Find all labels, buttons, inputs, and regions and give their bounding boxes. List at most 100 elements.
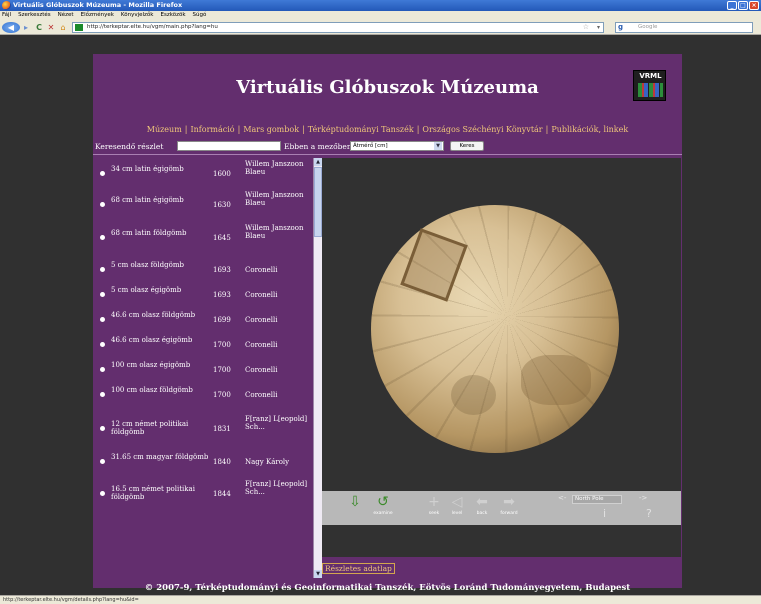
crosshair-icon: + (428, 494, 440, 510)
search-input[interactable] (177, 141, 281, 151)
back-view-button[interactable]: ⬅ back (470, 494, 494, 516)
globe-name[interactable]: 100 cm olasz égigömb (111, 361, 209, 369)
bullet-icon (100, 459, 105, 464)
previous-viewpoint-button[interactable]: <- (558, 494, 566, 502)
reload-button[interactable]: C (34, 22, 44, 33)
chevron-down-icon[interactable]: ▾ (597, 23, 600, 32)
search-field-selected: Átmérő [cm] (353, 143, 388, 149)
maximize-button[interactable]: □ (738, 1, 748, 10)
globe-author: Coronelli (245, 391, 278, 399)
header-divider (93, 154, 682, 155)
globe-author: F[ranz] L[eopold] Sch... (245, 415, 308, 431)
bullet-icon (100, 392, 105, 397)
close-window-button[interactable]: × (749, 1, 759, 10)
bullet-icon (100, 171, 105, 176)
globe-author: F[ranz] L[eopold] Sch... (245, 480, 308, 496)
navigation-toolbar: ◀ ▸ C ✕ ⌂ http://terkeptar.elte.hu/vgm/m… (0, 20, 761, 35)
walk-icon: ⇩ (349, 494, 361, 510)
search-engine-placeholder: Google (638, 24, 658, 30)
stop-button[interactable]: ✕ (46, 22, 56, 33)
museum-page: Virtuális Glóbuszok Múzeuma VRML Múzeum |… (93, 54, 682, 593)
scrollbar-thumb[interactable] (314, 167, 322, 237)
list-item[interactable]: 16.5 cm német politikai földgömb 1844 F[… (93, 477, 313, 507)
site-favicon-icon (75, 24, 83, 31)
main-navigation: Múzeum | Információ | Mars gombok | Térképtudo… (146, 125, 629, 134)
nav-link-mars-gombok[interactable]: Mars gombok (243, 125, 299, 134)
list-item[interactable]: 34 cm latin égigömb 1600 Willem Janszoon… (93, 157, 313, 187)
level-button[interactable]: ◁ level (446, 494, 468, 516)
globe-name[interactable]: 34 cm latin égigömb (111, 165, 209, 173)
rotate-icon: ↺ (377, 494, 389, 510)
globe-name[interactable]: 5 cm olasz égigömb (111, 286, 209, 294)
globe-name[interactable]: 16.5 cm német politikai földgömb (111, 485, 209, 501)
list-scrollbar[interactable]: ▲ ▼ (313, 158, 322, 578)
home-button[interactable]: ⌂ (58, 22, 68, 33)
globe-year: 1831 (213, 425, 231, 433)
globe-author: Willem Janszoon Blaeu (245, 224, 304, 240)
nav-link-muzeum[interactable]: Múzeum (147, 125, 182, 134)
nav-link-orszagos-szechenyi-konyvtar[interactable]: Országos Széchényi Könyvtár (422, 125, 542, 134)
search-engine-box[interactable]: g Google (615, 22, 753, 33)
search-label: Keresendő részlet (95, 142, 164, 151)
globe-year: 1700 (213, 341, 231, 349)
examine-control[interactable]: ⇩ (342, 494, 368, 510)
globe-name[interactable]: 68 cm latin földgömb (111, 229, 209, 237)
menu-help[interactable]: Súgó (193, 11, 207, 20)
nav-link-terkeptudomanyi-tanszek[interactable]: Térképtudományi Tanszék (308, 125, 414, 134)
globe-name[interactable]: 46.6 cm olasz földgömb (111, 311, 209, 319)
nav-link-informacio[interactable]: Információ (190, 125, 234, 134)
level-icon: ◁ (451, 494, 463, 510)
list-item[interactable]: 68 cm latin földgömb 1645 Willem Janszoo… (93, 221, 313, 251)
search-button[interactable]: Keres (450, 141, 484, 151)
forward-view-button[interactable]: ➡ forward (494, 494, 524, 516)
status-url: http://terkeptar.elte.hu/vgm/details.php… (3, 597, 139, 603)
menu-history[interactable]: Előzmények (81, 11, 114, 20)
list-item[interactable]: 31.65 cm magyar földgömb 1840 Nagy Károl… (93, 445, 313, 475)
bullet-icon (100, 292, 105, 297)
scroll-down-icon[interactable]: ▼ (314, 570, 322, 578)
list-item[interactable]: 12 cm német politikai földgömb 1831 F[ra… (93, 412, 313, 442)
globe-name[interactable]: 31.65 cm magyar földgömb (111, 453, 209, 461)
menu-bar: Fájl Szerkesztés Nézet Előzmények Könyvj… (0, 11, 761, 20)
list-item[interactable]: 100 cm olasz földgömb 1700 Coronelli (93, 378, 313, 408)
menu-file[interactable]: Fájl (2, 11, 11, 20)
globe-name[interactable]: 12 cm német politikai földgömb (111, 420, 209, 436)
list-item[interactable]: 68 cm latin égigömb 1630 Willem Janszoon… (93, 188, 313, 218)
globe-year: 1645 (213, 234, 231, 242)
globe-year: 1693 (213, 266, 231, 274)
seek-label: seek (428, 511, 440, 516)
globe-3d-viewer[interactable]: ⇩ ↺ examine + seek ◁ level ⬅ back ➡ forw… (322, 158, 681, 557)
nav-link-publikaciok[interactable]: Publikációk, linkek (551, 125, 628, 134)
address-bar[interactable]: http://terkeptar.elte.hu/vgm/main.php?la… (72, 22, 604, 33)
seek-button[interactable]: + seek (422, 494, 446, 516)
minimize-button[interactable]: _ (727, 1, 737, 10)
viewpoint-select[interactable]: North Pole (572, 495, 632, 504)
globe-year: 1700 (213, 366, 231, 374)
scroll-up-icon[interactable]: ▲ (314, 158, 322, 166)
viewer-control-bar: ⇩ ↺ examine + seek ◁ level ⬅ back ➡ forw… (322, 491, 681, 525)
forward-button[interactable]: ▸ (21, 22, 31, 33)
level-label: level (451, 511, 463, 516)
bullet-icon (100, 426, 105, 431)
globe-name[interactable]: 68 cm latin égigömb (111, 196, 209, 204)
globe-name[interactable]: 46.6 cm olasz égigömb (111, 336, 209, 344)
globe-name[interactable]: 5 cm olasz földgömb (111, 261, 209, 269)
next-viewpoint-button[interactable]: -> (639, 494, 647, 502)
menu-edit[interactable]: Szerkesztés (18, 11, 51, 20)
examine-button[interactable]: ↺ examine (368, 494, 398, 516)
menu-view[interactable]: Nézet (58, 11, 74, 20)
bookmark-star-icon[interactable]: ☆ (583, 23, 589, 32)
globe-author: Coronelli (245, 266, 278, 274)
menu-bookmarks[interactable]: Könyvjelzők (121, 11, 154, 20)
search-field-select[interactable]: Átmérő [cm] ▼ (350, 141, 444, 151)
info-icon[interactable]: i (603, 507, 606, 520)
menu-tools[interactable]: Eszközök (160, 11, 185, 20)
back-button[interactable]: ◀ (2, 22, 20, 33)
forward-view-label: forward (500, 511, 518, 516)
globe-name[interactable]: 100 cm olasz földgömb (111, 386, 209, 394)
bullet-icon (100, 202, 105, 207)
globe-image[interactable] (371, 205, 619, 453)
globe-year: 1693 (213, 291, 231, 299)
help-icon[interactable]: ? (646, 507, 652, 520)
details-sheet-button[interactable]: Részletes adatlap (322, 563, 395, 574)
